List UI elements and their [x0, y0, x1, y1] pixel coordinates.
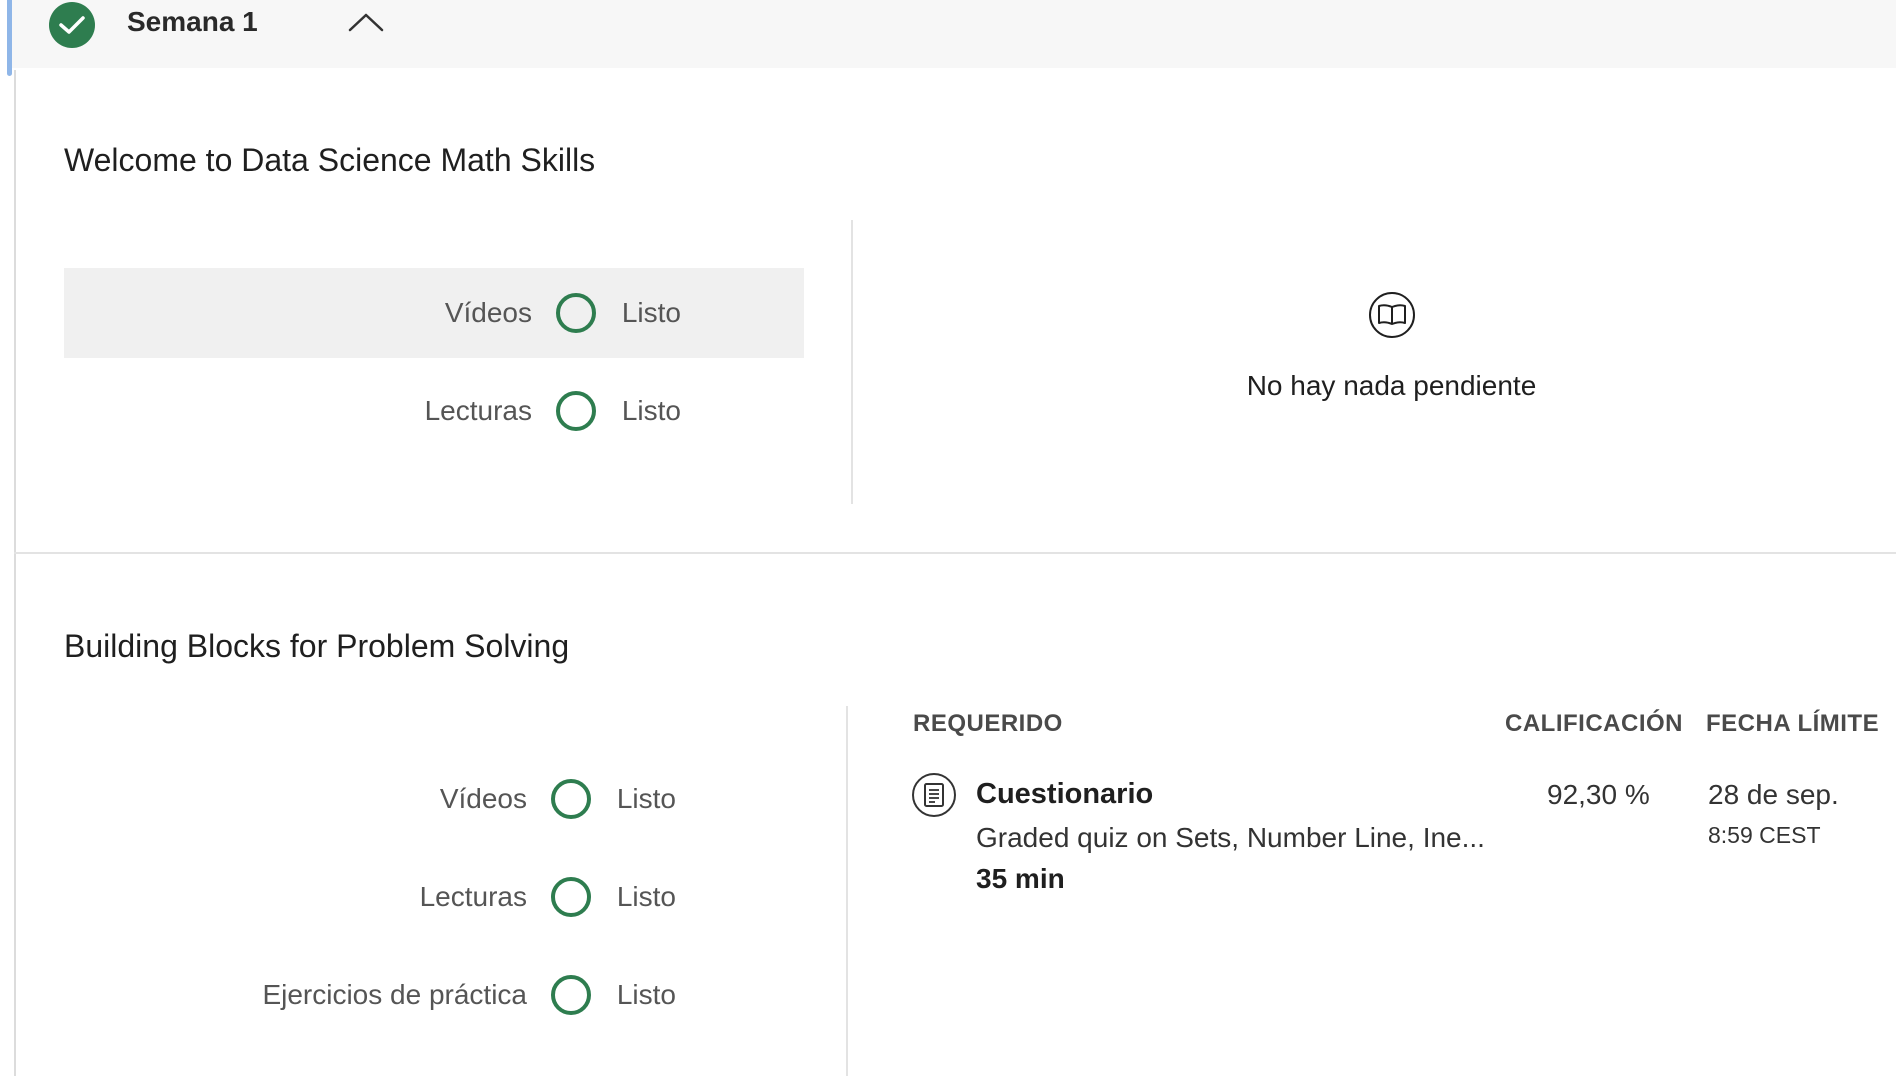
progress-row-videos[interactable]: Vídeos Listo — [64, 268, 804, 358]
progress-status: Listo — [621, 297, 681, 328]
quiz-description: Graded quiz on Sets, Number Line, Ine... — [976, 822, 1485, 853]
progress-row-readings[interactable]: Lecturas Listo — [64, 366, 804, 456]
progress-label: Vídeos — [439, 783, 527, 814]
progress-label: Lecturas — [419, 881, 527, 912]
module-divider — [14, 552, 1896, 554]
left-border-rule — [14, 70, 16, 1076]
column-divider — [846, 706, 848, 1076]
column-header-grade: CALIFICACIÓN — [1505, 710, 1683, 737]
column-divider — [851, 220, 853, 504]
progress-row-practice[interactable]: Ejercicios de práctica Listo — [59, 950, 799, 1040]
progress-label: Vídeos — [444, 297, 532, 328]
progress-ring-icon — [551, 779, 591, 819]
chevron-up-icon[interactable] — [347, 10, 385, 34]
column-header-due: FECHA LÍMITE — [1706, 710, 1880, 737]
progress-status: Listo — [621, 395, 681, 426]
progress-ring-icon — [551, 877, 591, 917]
empty-state-text: No hay nada pendiente — [1246, 370, 1537, 401]
quiz-document-icon — [912, 773, 956, 817]
module-title: Welcome to Data Science Math Skills — [64, 142, 596, 178]
progress-label: Ejercicios de práctica — [262, 979, 527, 1010]
quiz-grade: 92,30 % — [1547, 779, 1650, 810]
quiz-title-link[interactable]: Cuestionario — [976, 778, 1153, 811]
progress-status: Listo — [616, 881, 676, 912]
open-book-icon — [1368, 292, 1415, 338]
progress-ring-icon — [551, 975, 591, 1015]
progress-ring-icon — [556, 391, 596, 431]
quiz-due-time: 8:59 CEST — [1708, 822, 1821, 848]
week-header[interactable]: Semana 1 — [12, 0, 1896, 68]
column-header-required: REQUERIDO — [913, 710, 1063, 737]
progress-ring-icon — [556, 293, 596, 333]
course-week-page: Semana 1 Welcome to Data Science Math Sk… — [0, 0, 1896, 1076]
progress-status: Listo — [616, 979, 676, 1010]
quiz-due-date: 28 de sep. — [1708, 779, 1839, 810]
module-title: Building Blocks for Problem Solving — [64, 628, 570, 664]
progress-row-videos[interactable]: Vídeos Listo — [59, 754, 799, 844]
progress-status: Listo — [616, 783, 676, 814]
week-title: Semana 1 — [127, 6, 258, 37]
quiz-duration: 35 min — [976, 863, 1065, 894]
progress-label: Lecturas — [424, 395, 532, 426]
progress-panel: Vídeos Listo Lecturas Listo Ejercicios d… — [59, 754, 799, 1054]
progress-row-readings[interactable]: Lecturas Listo — [59, 852, 799, 942]
empty-state: No hay nada pendiente — [854, 290, 1896, 402]
progress-panel: Vídeos Listo Lecturas Listo — [64, 268, 804, 488]
check-circle-icon — [49, 2, 95, 48]
